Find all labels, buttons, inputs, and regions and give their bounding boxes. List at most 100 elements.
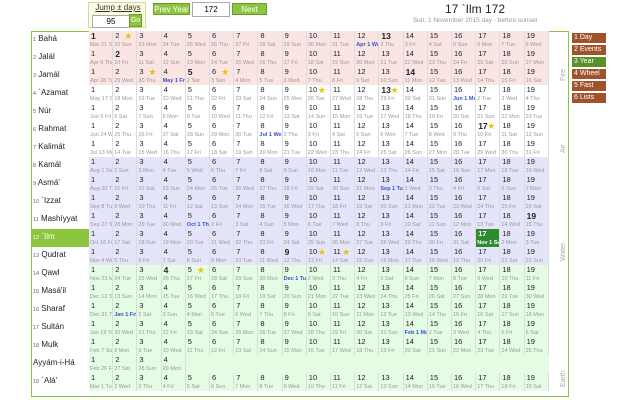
day-cell[interactable]: 10 9 Sat [307,301,331,319]
day-cell[interactable]: 7 29 Sun [234,265,259,283]
month-name-0[interactable]: 1 Bahá [31,31,89,49]
day-cell[interactable]: 11 8 Fri [331,67,356,85]
day-cell[interactable]: 18 25 Fri [500,193,525,211]
day-cell[interactable]: 2 2 Sun [113,157,138,175]
day-cell[interactable]: 18 2 Mon [500,229,525,247]
day-cell[interactable]: 8 19 Sat [258,283,283,301]
day-cell[interactable]: 4 May 1 Fri [162,67,186,85]
day-cell[interactable]: 8 12 Fri [258,103,283,121]
month-name-13[interactable]: 14 Qawl [31,265,89,283]
day-cell[interactable]: 7 7 Mon [234,373,259,391]
jump-days-input[interactable] [92,15,130,28]
day-cell[interactable]: 14 7 Tue [404,121,428,139]
day-cell[interactable]: 8 30 Mon [258,265,283,283]
day-cell[interactable]: 19 19 Wed [525,157,549,175]
day-cell[interactable]: 18 10 Thu [500,265,525,283]
day-cell[interactable]: 7 22 Thu [234,229,259,247]
day-cell[interactable]: 18 18 Tue [500,157,525,175]
day-cell[interactable]: 3 18 Sun [137,229,162,247]
day-cell[interactable]: 13 16 Mon [379,247,404,265]
day-cell[interactable]: 12 4 Fri [355,265,380,283]
day-cell[interactable]: 2 5 Thu [113,247,138,265]
day-cell[interactable]: 4 15 Tue [162,283,186,301]
day-cell[interactable]: 10 18 Sat [307,49,331,67]
day-cell[interactable]: 11 27 Wed [331,85,356,103]
day-cell[interactable]: 14 3 Fri [404,31,428,49]
day-cell[interactable]: 11 22 Tue [331,283,356,301]
day-cell[interactable]: 12 5 Sun [355,121,380,139]
day-cell[interactable]: 2 14 Tue [113,139,138,157]
day-cell[interactable]: 10 16 Tue [307,337,331,355]
day-cell[interactable]: 11 7 Wed [331,211,356,229]
day-cell[interactable]: 8 8 Sat [258,157,283,175]
day-cell[interactable]: 2 28 Mon [113,211,138,229]
day-cell[interactable]: 9 2 Thu [283,121,307,139]
day-cell[interactable]: 5 8 Sun [186,247,210,265]
day-cell[interactable]: 18 22 Mon [500,103,525,121]
month-name-19[interactable]: 19 `Alá' [31,373,89,391]
day-cell[interactable]: 12 23 Wed [355,283,380,301]
day-cell[interactable]: 19 12 Sun [525,121,549,139]
view-button-3[interactable]: 4 Wheel [572,69,606,79]
day-cell[interactable]: 7 6 Wed [234,301,259,319]
day-cell[interactable]: 7 7 Fri [234,157,259,175]
day-cell[interactable]: 2 24 Tue [113,265,138,283]
day-cell[interactable]: 13 2 Thu [379,31,404,49]
month-name-10[interactable]: 11 Mashíyyat [31,211,89,229]
day-cell[interactable]: 1 Aug 20 Thu [89,175,114,193]
day-cell[interactable]: 1 Sep 27 Sun [89,211,114,229]
day-cell[interactable]: 4 23 Sun [162,175,186,193]
day-cell[interactable]: 15 15 Sat [428,157,452,175]
day-cell[interactable]: 3 11 Sat [137,49,162,67]
day-cell[interactable]: 5 ★ 27 Fri [186,265,210,283]
day-cell[interactable]: 10 3 Fri [307,121,331,139]
view-button-5[interactable]: 6 Lists [572,93,606,103]
day-cell[interactable]: 10 30 Mon [307,31,331,49]
day-cell[interactable]: 9 8 Fri [283,301,307,319]
day-cell[interactable]: 3 21 Thu [137,319,162,337]
day-cell[interactable]: 10 ★ 26 Tue [307,85,331,103]
day-cell[interactable]: 6 2 Fri [210,211,235,229]
day-cell[interactable]: 2 21 Fri [113,175,138,193]
day-cell[interactable]: 4 8 Mon [162,103,186,121]
day-cell[interactable]: 18 5 Fri [500,319,525,337]
day-cell[interactable]: 17 9 Wed [476,265,501,283]
day-cell[interactable]: 14 10 Sat [404,211,428,229]
day-cell[interactable]: 1 Feb 7 Sun [89,337,114,355]
day-cell[interactable]: 8 16 Thu [258,49,283,67]
day-cell[interactable]: 10 29 Sat [307,175,331,193]
day-cell[interactable]: 4 7 Sat [162,247,186,265]
day-cell[interactable]: 1Mar 21 Sat [89,31,114,49]
day-cell[interactable]: 6 25 Tue [210,175,235,193]
day-cell[interactable]: 1 Mar 1 Tue [89,373,114,391]
day-cell[interactable]: 15 14 Thu [428,301,452,319]
day-cell[interactable]: 18 18 Fri [500,373,525,391]
day-cell[interactable]: 2 27 Sat [113,355,138,373]
day-cell[interactable]: 18 3 Wed [500,85,525,103]
day-cell[interactable]: 2 2 Wed [113,373,138,391]
month-name-5[interactable]: 6 Rahmat [31,121,89,139]
day-cell[interactable]: 12 27 Tue [355,229,380,247]
day-cell[interactable]: 1 Jan 19 Tue [89,319,114,337]
day-cell[interactable]: 13 20 Sun [379,193,404,211]
day-cell[interactable]: 15 4 Sat [428,31,452,49]
day-cell[interactable]: 13 25 Sat [379,139,404,157]
day-cell[interactable]: 17 2 Tue [476,85,501,103]
day-cell[interactable]: 18 24 Wed [500,337,525,355]
day-cell[interactable]: 7 30 Tue [234,121,259,139]
month-name-15[interactable]: 16 Sharaf [31,301,89,319]
day-cell[interactable]: 10 25 Sun [307,229,331,247]
day-cell[interactable]: 15 3 Thu [428,175,452,193]
day-cell[interactable]: 7 23 Sat [234,85,259,103]
day-cell[interactable]: 11 17 Wed [331,337,356,355]
day-cell[interactable]: 14 18 Thu [404,103,428,121]
day-cell[interactable]: 19 31 Fri [525,139,549,157]
day-cell[interactable]: 4 4 Tue [162,157,186,175]
day-cell[interactable]: 19 16 Sat [525,67,549,85]
day-cell[interactable]: 17 20 Fri [476,247,501,265]
day-cell[interactable]: 6 22 Fri [210,85,235,103]
day-cell[interactable]: 16 28 Tue [452,139,477,157]
day-cell[interactable]: 12 24 Fri [355,139,380,157]
day-cell[interactable]: 2 9 Wed [113,193,138,211]
day-cell[interactable]: 1 Apr 28 Tue [89,67,114,85]
